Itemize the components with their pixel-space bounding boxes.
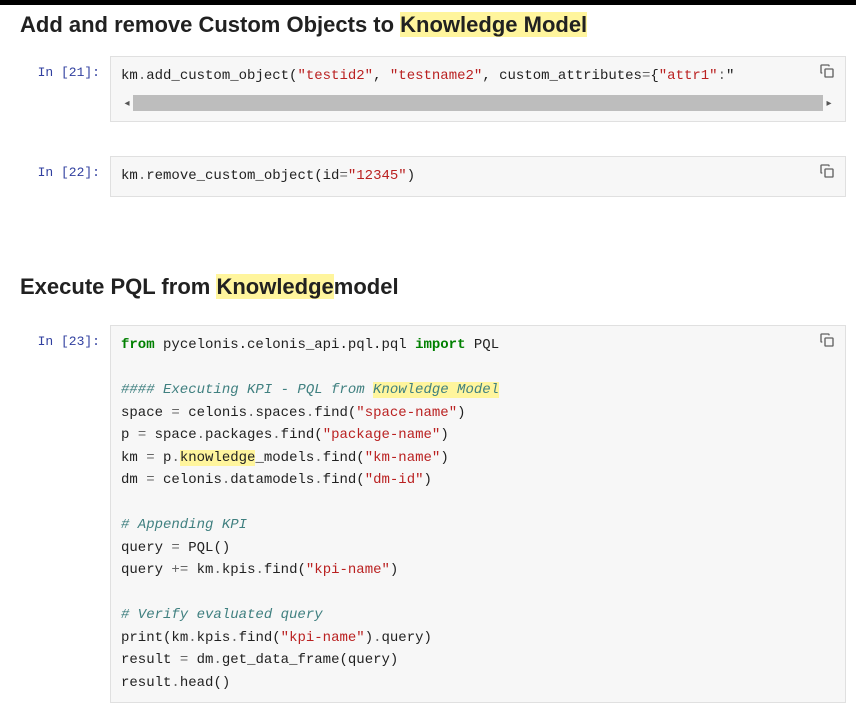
horizontal-scrollbar[interactable]: ◂ ▸: [121, 93, 835, 113]
section-heading-add-remove: Add and remove Custom Objects to Knowled…: [0, 5, 856, 52]
input-prompt: In [23]:: [0, 325, 110, 703]
heading-text: model: [334, 274, 399, 299]
code-content[interactable]: km.remove_custom_object(id="12345"): [121, 165, 835, 188]
scrollbar-thumb[interactable]: [133, 95, 706, 111]
copy-button[interactable]: [819, 332, 837, 350]
code-cell-21: In [21]: km.add_custom_object("testid2",…: [0, 52, 856, 127]
section-heading-execute-pql: Execute PQL from Knowledgemodel: [0, 227, 856, 322]
heading-text: Execute PQL from: [20, 274, 216, 299]
notebook-content: Add and remove Custom Objects to Knowled…: [0, 5, 856, 707]
code-input-area[interactable]: km.add_custom_object("testid2", "testnam…: [110, 56, 846, 123]
heading-highlight: Knowledge Model: [400, 12, 587, 37]
scroll-right-arrow[interactable]: ▸: [823, 98, 835, 109]
heading-text: Add and remove Custom Objects to: [20, 12, 400, 37]
code-cell-23: In [23]: from pycelonis.celonis_api.pql.…: [0, 321, 856, 707]
scroll-left-arrow[interactable]: ◂: [121, 98, 133, 109]
copy-icon: [819, 163, 835, 179]
code-input-area[interactable]: km.remove_custom_object(id="12345"): [110, 156, 846, 197]
copy-button[interactable]: [819, 63, 837, 81]
scrollbar-track[interactable]: [133, 95, 823, 111]
code-content[interactable]: from pycelonis.celonis_api.pql.pql impor…: [121, 334, 835, 694]
copy-icon: [819, 63, 835, 79]
copy-icon: [819, 332, 835, 348]
heading-highlight: Knowledge: [216, 274, 333, 299]
code-content[interactable]: km.add_custom_object("testid2", "testnam…: [121, 65, 835, 88]
input-prompt: In [21]:: [0, 56, 110, 123]
input-prompt: In [22]:: [0, 156, 110, 197]
code-cell-22: In [22]: km.remove_custom_object(id="123…: [0, 152, 856, 201]
copy-button[interactable]: [819, 163, 837, 181]
code-input-area[interactable]: from pycelonis.celonis_api.pql.pql impor…: [110, 325, 846, 703]
